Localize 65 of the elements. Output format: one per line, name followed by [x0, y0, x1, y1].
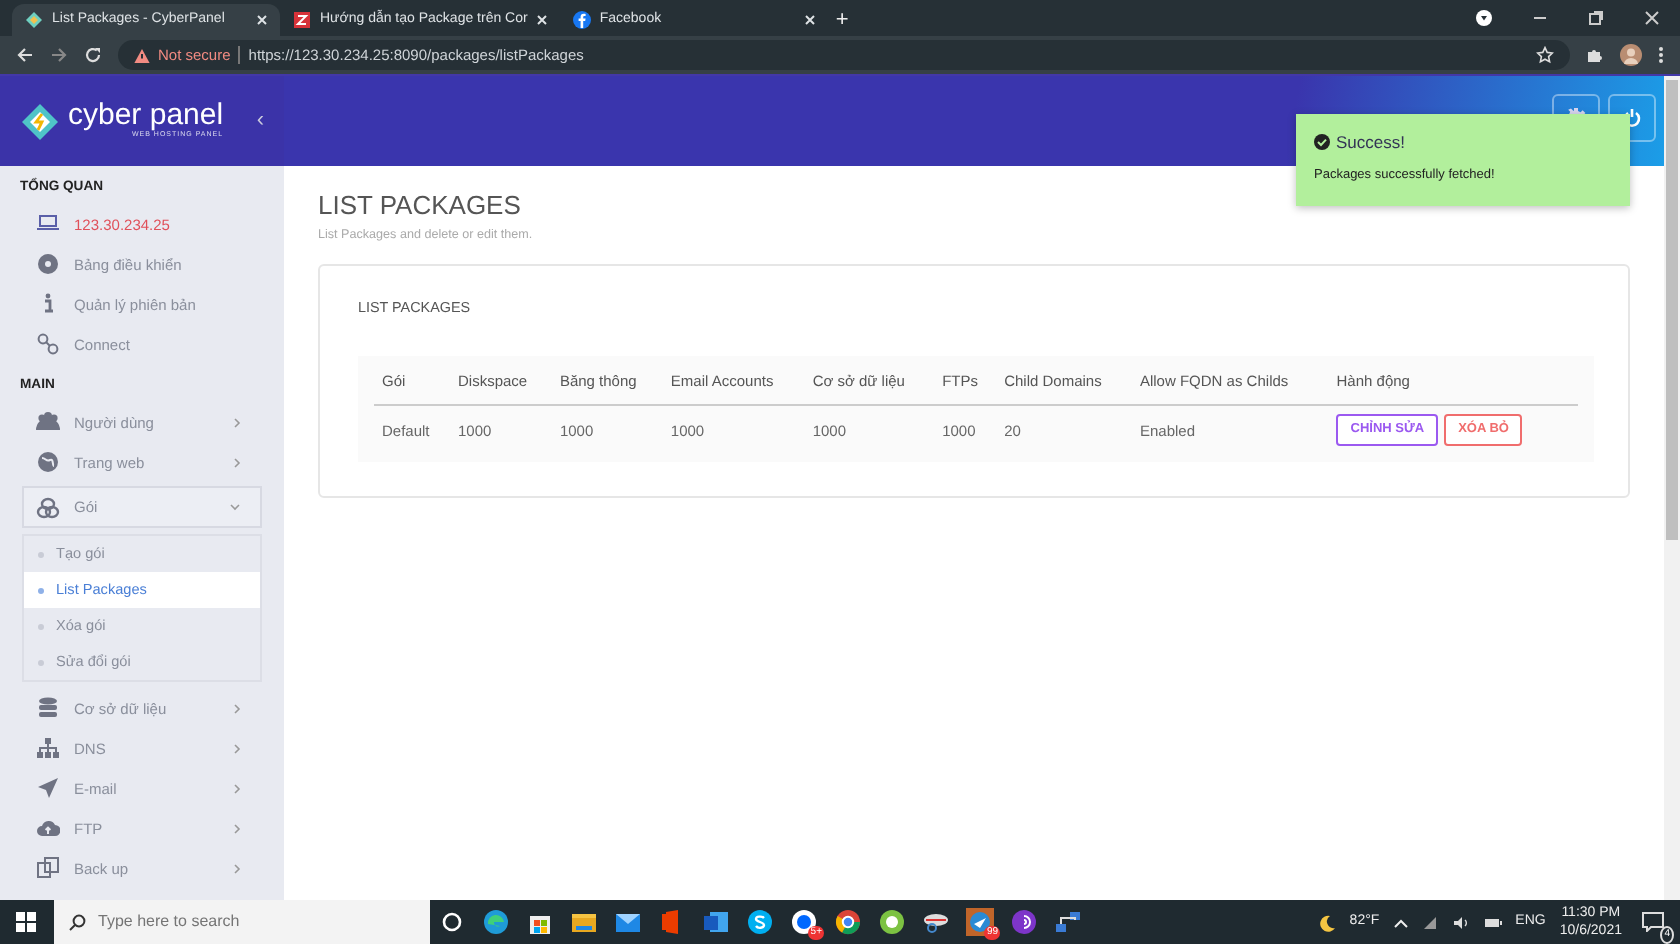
- chevron-right-icon: [232, 863, 242, 874]
- palette-icon: [36, 252, 60, 277]
- chat-icon[interactable]: [790, 908, 818, 936]
- network-icon[interactable]: [1054, 908, 1082, 936]
- globe-icon: [36, 450, 60, 475]
- avatar-icon[interactable]: [1620, 44, 1642, 66]
- close-icon[interactable]: [1644, 10, 1660, 26]
- chevron-right-icon: [232, 783, 242, 794]
- skype-icon[interactable]: [746, 908, 774, 936]
- close-icon[interactable]: [256, 14, 268, 26]
- battery-icon[interactable]: [1483, 917, 1502, 927]
- folder-icon[interactable]: [570, 908, 598, 936]
- reload-icon[interactable]: [84, 46, 102, 64]
- collapse-button[interactable]: ‹: [256, 104, 264, 138]
- speaker-icon[interactable]: [1451, 915, 1470, 929]
- restore-icon[interactable]: [1588, 10, 1604, 26]
- logo-icon: [20, 101, 60, 141]
- brand-name: cyber panel: [68, 100, 224, 131]
- puzzle-icon[interactable]: [1586, 46, 1604, 64]
- word-icon[interactable]: [702, 908, 730, 936]
- link-icon: [36, 332, 60, 357]
- check-circle-icon: [1314, 134, 1330, 151]
- wifi-icon[interactable]: [1421, 915, 1438, 929]
- podcast-icon[interactable]: [1010, 908, 1038, 936]
- chevron-right-icon: [232, 743, 242, 754]
- copy-icon: [36, 856, 60, 881]
- plane-icon[interactable]: [966, 908, 994, 936]
- toast-title: Success!: [1336, 130, 1405, 156]
- letter-z-icon: [292, 10, 312, 30]
- search-icon: [68, 913, 86, 931]
- chevron-right-icon: [232, 457, 242, 468]
- close-icon[interactable]: [803, 14, 816, 26]
- moon-icon: [1317, 913, 1336, 931]
- chevron-right-icon: [232, 417, 242, 428]
- notification-center-icon[interactable]: [1641, 912, 1663, 932]
- new-tab-button[interactable]: +: [835, 6, 849, 34]
- taskbar-search-field[interactable]: Type here to search: [98, 910, 398, 934]
- chevron-up-icon[interactable]: [1393, 917, 1408, 927]
- chevron-down-icon: [230, 502, 240, 513]
- taskbar-search-box[interactable]: Type here to search: [54, 900, 430, 944]
- chrome-icon[interactable]: [834, 908, 862, 936]
- back-icon[interactable]: [16, 46, 34, 64]
- boxes-icon: [36, 495, 60, 520]
- cloud-upload-icon: [36, 816, 60, 841]
- browser-icon[interactable]: [482, 908, 510, 936]
- chevron-right-icon: [232, 703, 242, 714]
- users-icon: [36, 410, 60, 435]
- media-control-icon[interactable]: [1476, 10, 1492, 26]
- windows-start-icon[interactable]: [16, 912, 36, 932]
- paper-plane-icon: [36, 776, 60, 801]
- forward-icon[interactable]: [50, 46, 68, 64]
- close-icon[interactable]: [535, 14, 548, 26]
- database-icon: [36, 696, 60, 721]
- mail-icon[interactable]: [614, 908, 642, 936]
- task-view-icon[interactable]: [438, 908, 466, 936]
- gem-icon: [24, 10, 44, 30]
- warning-icon: [134, 47, 150, 63]
- menu-icon[interactable]: [1658, 46, 1664, 64]
- chevron-right-icon: [232, 823, 242, 834]
- page-title: LIST PACKAGES: [318, 188, 523, 224]
- star-icon[interactable]: [1536, 46, 1554, 64]
- ring-icon[interactable]: [878, 908, 906, 936]
- facebook-icon: [571, 10, 592, 30]
- scrollbar[interactable]: [1664, 76, 1680, 900]
- sitemap-icon: [36, 736, 60, 761]
